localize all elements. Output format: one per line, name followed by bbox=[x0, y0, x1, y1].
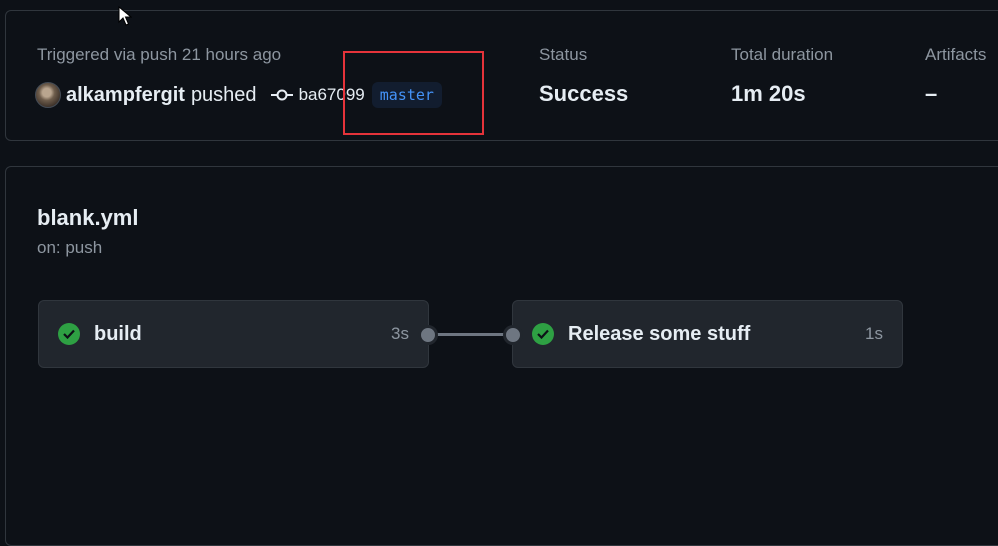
push-info: alkampfergit pushed ba67099 master bbox=[35, 82, 442, 108]
artifacts-value: – bbox=[925, 81, 938, 106]
artifacts-stat: Artifacts – bbox=[925, 45, 986, 107]
duration-value: 1m 20s bbox=[731, 81, 806, 106]
avatar[interactable] bbox=[35, 82, 61, 108]
job-connector-line bbox=[436, 333, 508, 336]
artifacts-label: Artifacts bbox=[925, 45, 987, 64]
job-input-port bbox=[503, 325, 523, 345]
job-output-port bbox=[418, 325, 438, 345]
status-stat: Status Success bbox=[539, 45, 628, 107]
duration-label: Total duration bbox=[731, 45, 834, 64]
check-circle-icon bbox=[58, 323, 80, 345]
action-text: pushed bbox=[190, 83, 257, 106]
job-duration: 3s bbox=[391, 324, 409, 343]
workflow-trigger: on: push bbox=[37, 238, 103, 257]
run-summary-card: Triggered via push 21 hours ago alkampfe… bbox=[5, 10, 998, 141]
user-link[interactable]: alkampfergit bbox=[66, 84, 185, 107]
commit-icon bbox=[270, 89, 293, 101]
job-build[interactable]: build 3s bbox=[38, 300, 429, 368]
commit-sha-link[interactable]: ba67099 bbox=[299, 85, 365, 105]
job-duration: 1s bbox=[865, 324, 883, 343]
check-circle-icon bbox=[532, 323, 554, 345]
status-value: Success bbox=[539, 81, 629, 106]
trigger-text: Triggered via push 21 hours ago bbox=[37, 45, 282, 64]
mouse-cursor-icon bbox=[118, 6, 132, 26]
branch-badge[interactable]: master bbox=[371, 82, 442, 108]
job-name: build bbox=[94, 322, 142, 345]
status-label: Status bbox=[539, 45, 588, 64]
job-release-some-stuff[interactable]: Release some stuff 1s bbox=[512, 300, 903, 368]
duration-stat: Total duration 1m 20s bbox=[731, 45, 833, 107]
workflow-file-name[interactable]: blank.yml bbox=[37, 205, 138, 231]
job-name: Release some stuff bbox=[568, 322, 751, 345]
